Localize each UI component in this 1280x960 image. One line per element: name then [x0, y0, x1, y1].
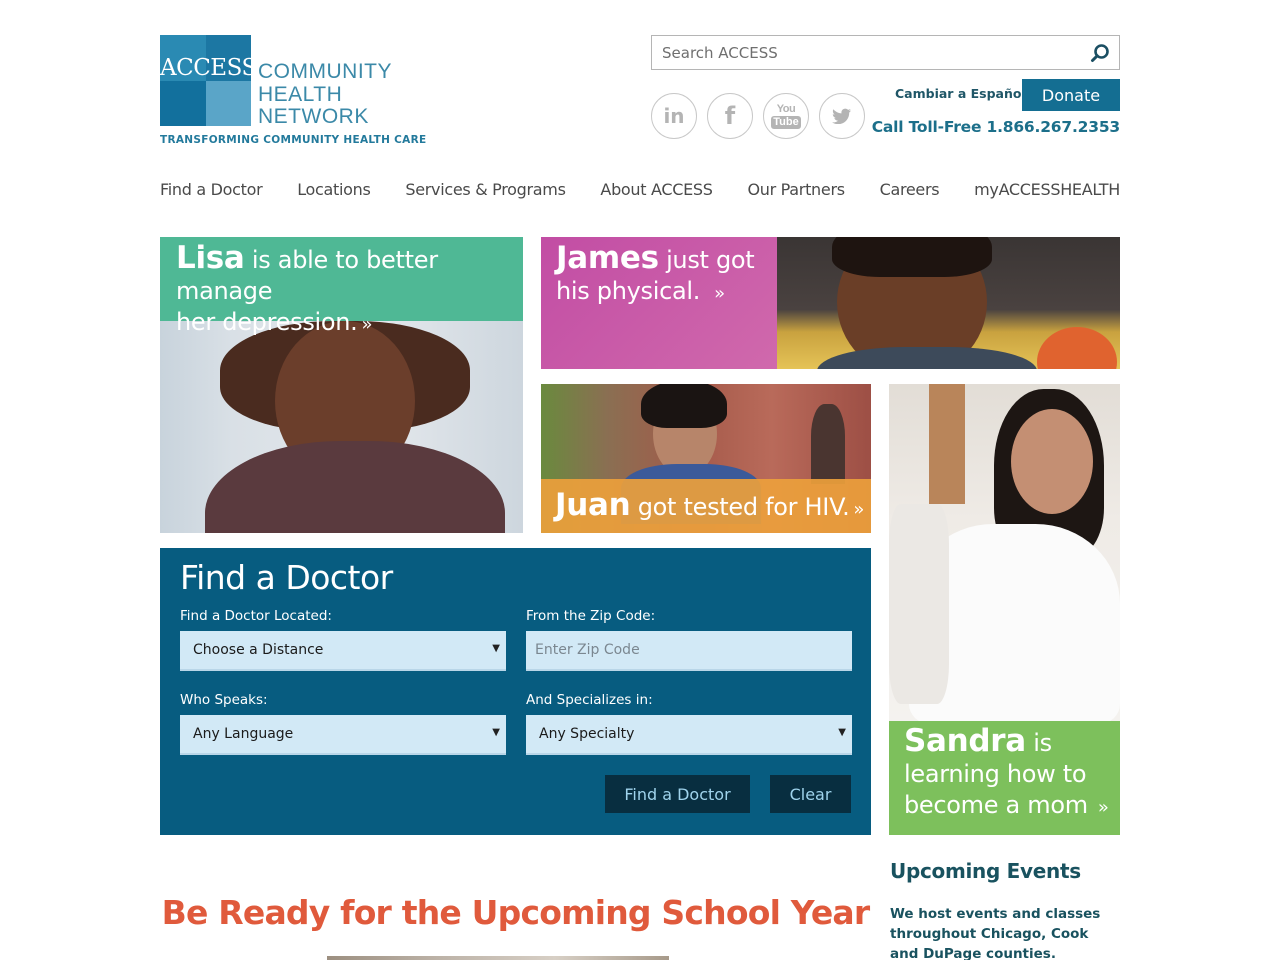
- events-title: Upcoming Events: [890, 859, 1081, 883]
- story-text: his physical.: [556, 277, 701, 305]
- chevron-down-icon: ▼: [838, 727, 846, 738]
- story-tile-juan[interactable]: Juan got tested for HIV.»: [541, 384, 871, 533]
- twitter-icon[interactable]: [819, 93, 865, 139]
- story-text: is: [1025, 729, 1052, 757]
- nav-careers[interactable]: Careers: [880, 180, 940, 204]
- find-doctor-panel: Find a Doctor Find a Doctor Located: Cho…: [160, 548, 871, 835]
- story-name: Sandra: [904, 723, 1026, 759]
- nav-locations[interactable]: Locations: [297, 180, 371, 204]
- juan-caption: Juan got tested for HIV.»: [555, 484, 864, 531]
- facebook-icon[interactable]: f: [707, 93, 753, 139]
- linkedin-icon[interactable]: in: [651, 93, 697, 139]
- story-text: become a mom: [904, 791, 1088, 819]
- james-photo: [777, 237, 1120, 369]
- story-tile-james[interactable]: James just got his physical. »: [541, 237, 1120, 369]
- main-nav: Find a Doctor Locations Services & Progr…: [160, 180, 1120, 204]
- chevron-right-icon: »: [361, 314, 373, 335]
- lisa-caption: Lisa is able to better manage her depres…: [176, 243, 523, 340]
- chevron-down-icon: ▼: [492, 643, 500, 654]
- zip-code-input[interactable]: [526, 631, 852, 669]
- chevron-right-icon: »: [1097, 797, 1109, 818]
- events-description: We host events and classes throughout Ch…: [890, 906, 1101, 960]
- promo-title[interactable]: Be Ready for the Upcoming School Year: [160, 893, 871, 932]
- language-label: Who Speaks:: [180, 692, 268, 708]
- logo-mark: ACCESS: [160, 35, 257, 126]
- specialty-label: And Specializes in:: [526, 692, 653, 708]
- find-doctor-submit-button[interactable]: Find a Doctor: [605, 775, 750, 813]
- youtube-glyph-bottom: Tube: [771, 115, 801, 129]
- story-tile-sandra[interactable]: Sandra is learning how to become a mom »: [889, 384, 1120, 835]
- nav-services-programs[interactable]: Services & Programs: [405, 180, 566, 204]
- toll-free-phone[interactable]: Call Toll-Free 1.866.267.2353: [872, 118, 1120, 136]
- sandra-caption: Sandra is learning how to become a mom »: [904, 726, 1109, 823]
- language-select[interactable]: Any Language ▼: [180, 715, 506, 755]
- sandra-photo: [889, 384, 1120, 724]
- chevron-right-icon: »: [853, 499, 865, 520]
- specialty-select-value: Any Specialty: [539, 726, 635, 742]
- logo-name-line: HEALTH: [258, 82, 343, 106]
- story-text: learning how to: [904, 760, 1087, 788]
- youtube-icon[interactable]: You Tube: [763, 93, 809, 139]
- nav-find-a-doctor[interactable]: Find a Doctor: [160, 180, 263, 204]
- zip-label: From the Zip Code:: [526, 608, 656, 624]
- nav-our-partners[interactable]: Our Partners: [747, 180, 845, 204]
- story-text: her depression.: [176, 308, 358, 336]
- story-text: got tested for HIV.: [630, 493, 850, 521]
- story-text: just got: [658, 246, 755, 274]
- site-logo[interactable]: ACCESS COMMUNITY HEALTH NETWORK TRANSFOR…: [160, 35, 426, 150]
- language-select-value: Any Language: [193, 726, 294, 742]
- search-input[interactable]: [652, 36, 1082, 69]
- clear-button[interactable]: Clear: [770, 775, 851, 813]
- donate-button[interactable]: Donate: [1022, 79, 1120, 111]
- logo-tagline: TRANSFORMING COMMUNITY HEALTH CARE: [160, 134, 427, 146]
- linkedin-glyph: in: [663, 104, 685, 128]
- distance-select-value: Choose a Distance: [193, 642, 324, 658]
- story-name: Lisa: [176, 240, 245, 276]
- james-caption: James just got his physical. »: [556, 240, 755, 309]
- distance-select[interactable]: Choose a Distance ▼: [180, 631, 506, 671]
- search-icon[interactable]: [1089, 42, 1111, 64]
- nav-myaccesshealth[interactable]: myACCESSHEALTH: [974, 180, 1120, 204]
- nav-about-access[interactable]: About ACCESS: [600, 180, 713, 204]
- lisa-photo: [160, 321, 523, 533]
- chevron-down-icon: ▼: [492, 727, 500, 738]
- distance-label: Find a Doctor Located:: [180, 608, 332, 624]
- story-tile-lisa[interactable]: Lisa is able to better manage her depres…: [160, 237, 523, 533]
- promo-image[interactable]: [327, 956, 669, 960]
- facebook-glyph: f: [724, 102, 736, 130]
- logo-word: ACCESS: [160, 55, 257, 81]
- chevron-right-icon: »: [714, 283, 725, 304]
- find-doctor-title: Find a Doctor: [180, 558, 393, 597]
- zip-field-wrapper: [526, 631, 852, 671]
- search-box: [651, 35, 1120, 70]
- language-toggle-link[interactable]: Cambiar a Español: [895, 86, 1026, 101]
- story-name: Juan: [555, 487, 631, 523]
- logo-name-line: NETWORK: [258, 105, 369, 128]
- youtube-glyph-top: You: [776, 102, 796, 115]
- logo-name-line: COMMUNITY: [258, 60, 392, 83]
- specialty-select[interactable]: Any Specialty ▼: [526, 715, 852, 755]
- logo-name: COMMUNITY HEALTH NETWORK: [258, 60, 392, 129]
- story-name: James: [556, 240, 659, 276]
